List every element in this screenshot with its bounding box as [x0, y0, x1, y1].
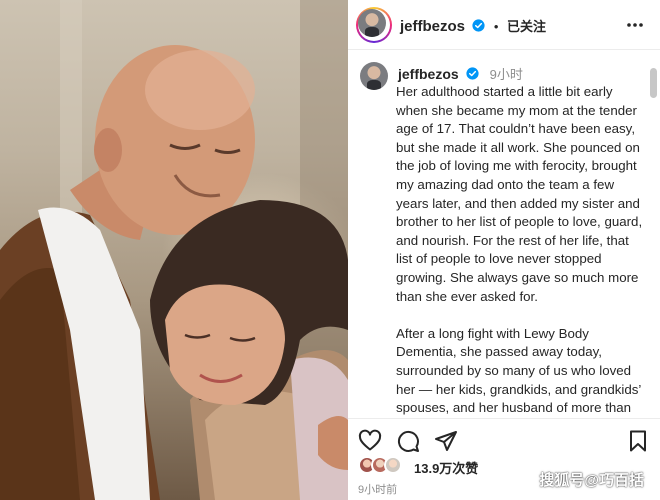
follow-button[interactable]: 已关注 — [507, 19, 546, 34]
header-user-line: jeffbezos • 已关注 — [400, 16, 546, 36]
share-icon[interactable] — [434, 429, 458, 453]
post-header: jeffbezos • 已关注 — [348, 0, 660, 50]
heart-icon[interactable] — [358, 429, 382, 453]
caption-time: 9小时 — [489, 67, 523, 82]
caption-paragraph-1: Her adulthood started a little bit early… — [396, 84, 643, 304]
verified-badge-icon — [472, 19, 486, 32]
likes-count[interactable]: 13.9万次赞 — [414, 458, 478, 477]
post-timestamp: 9小时前 — [358, 484, 398, 496]
header-username[interactable]: jeffbezos — [400, 18, 465, 35]
more-options-icon[interactable] — [626, 17, 644, 33]
watermark: 搜狐号@巧百括 — [539, 472, 644, 489]
liker-avatar — [384, 456, 402, 474]
bookmark-icon[interactable] — [626, 429, 650, 453]
caption-area[interactable]: jeffbezos 9小时 Her adulthood started a li… — [348, 52, 660, 418]
caption-scrollbar[interactable] — [650, 68, 657, 98]
post-panel: jeffbezos • 已关注 jeffbezos 9小时 Her adulth… — [348, 0, 660, 500]
caption-username[interactable]: jeffbezos — [398, 66, 459, 82]
verified-badge-icon — [466, 67, 479, 80]
caption-text: Her adulthood started a little bit early… — [396, 83, 648, 418]
action-bar — [348, 418, 660, 460]
profile-avatar-ring[interactable] — [356, 7, 392, 43]
comment-icon[interactable] — [396, 429, 420, 453]
avatar — [358, 9, 386, 37]
post-photo[interactable] — [0, 0, 348, 500]
photo-illustration — [0, 0, 348, 500]
caption-paragraph-2: After a long fight with Lewy Body Dement… — [396, 325, 641, 416]
header-separator: • — [493, 19, 499, 34]
caption-avatar[interactable] — [360, 62, 388, 90]
caption-header: jeffbezos 9小时 — [398, 64, 523, 84]
